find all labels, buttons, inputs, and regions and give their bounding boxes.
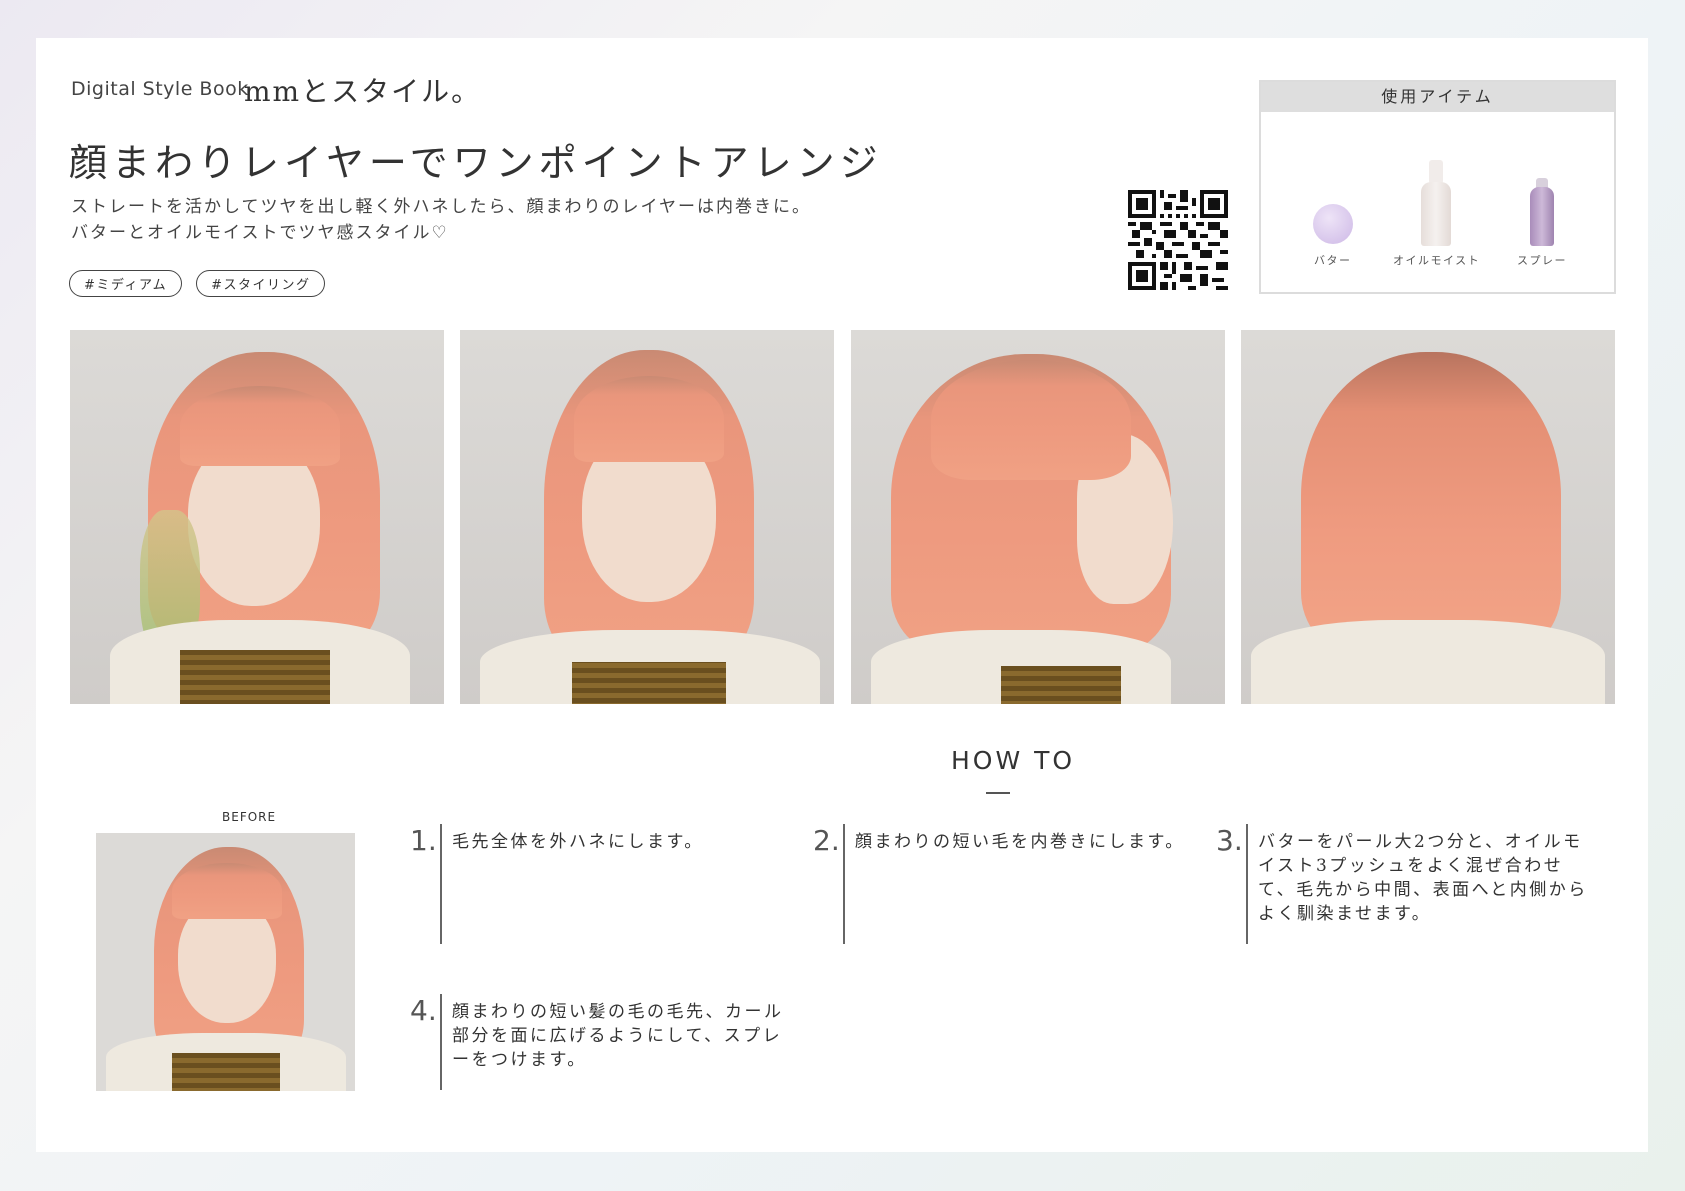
before-photo[interactable]: [96, 833, 355, 1091]
spray-label: スプレー: [1517, 254, 1567, 267]
step-4-divider: [440, 994, 442, 1090]
step-1-number: 1.: [410, 824, 437, 857]
step-2-divider: [843, 824, 845, 944]
style-photo-4[interactable]: [1241, 330, 1615, 704]
step-3-text: バターをパール大2つ分と、オイルモイスト3プッシュをよく混ぜ合わせて、毛先から中…: [1258, 832, 1588, 924]
style-card: Digital Style Book mmとスタイル。 顔まわりレイヤーでワンポ…: [36, 38, 1648, 1152]
howto-heading: HOW TO: [951, 746, 1076, 775]
step-1-text: 毛先全体を外ハネにします。: [452, 832, 704, 852]
brand-title: mmとスタイル。: [244, 75, 482, 108]
style-photo-3[interactable]: [851, 330, 1225, 704]
used-items-heading: 使用アイテム: [1261, 82, 1614, 112]
step-1-divider: [440, 824, 442, 944]
brand-label: Digital Style Book: [71, 78, 249, 100]
step-3-divider: [1246, 824, 1248, 944]
tag-medium[interactable]: #ミディアム: [69, 270, 183, 297]
butter-label: バター: [1314, 254, 1352, 267]
tag-list: #ミディアム #スタイリング: [69, 270, 326, 297]
used-items-box: 使用アイテム バター オイルモイスト スプレー: [1259, 80, 1616, 294]
style-photo-2[interactable]: [460, 330, 834, 704]
oil-moist-product[interactable]: [1421, 160, 1451, 246]
qr-code[interactable]: [1128, 190, 1228, 290]
description: ストレートを活かしてツヤを出し軽く外ハネしたら、顔まわりのレイヤーは内巻きに。 …: [71, 194, 811, 246]
step-2-text: 顔まわりの短い毛を内巻きにします。: [855, 832, 1185, 852]
howto-divider: [986, 792, 1010, 794]
butter-product[interactable]: [1313, 204, 1353, 244]
page-title: 顔まわりレイヤーでワンポイントアレンジ: [69, 141, 883, 185]
description-line: バターとオイルモイストでツヤ感スタイル♡: [71, 223, 449, 243]
step-4-text: 顔まわりの短い髪の毛の毛先、カール部分を面に広げるようにして、スプレーをつけます…: [452, 1002, 784, 1070]
spray-product[interactable]: [1530, 178, 1554, 246]
before-label: BEFORE: [222, 810, 277, 824]
tag-styling[interactable]: #スタイリング: [196, 270, 326, 297]
step-3-number: 3.: [1216, 824, 1243, 857]
oil-moist-label: オイルモイスト: [1393, 254, 1481, 267]
description-line: ストレートを活かしてツヤを出し軽く外ハネしたら、顔まわりのレイヤーは内巻きに。: [71, 197, 811, 217]
step-2-number: 2.: [813, 824, 840, 857]
style-photo-1[interactable]: [70, 330, 444, 704]
step-4-number: 4.: [410, 994, 437, 1027]
